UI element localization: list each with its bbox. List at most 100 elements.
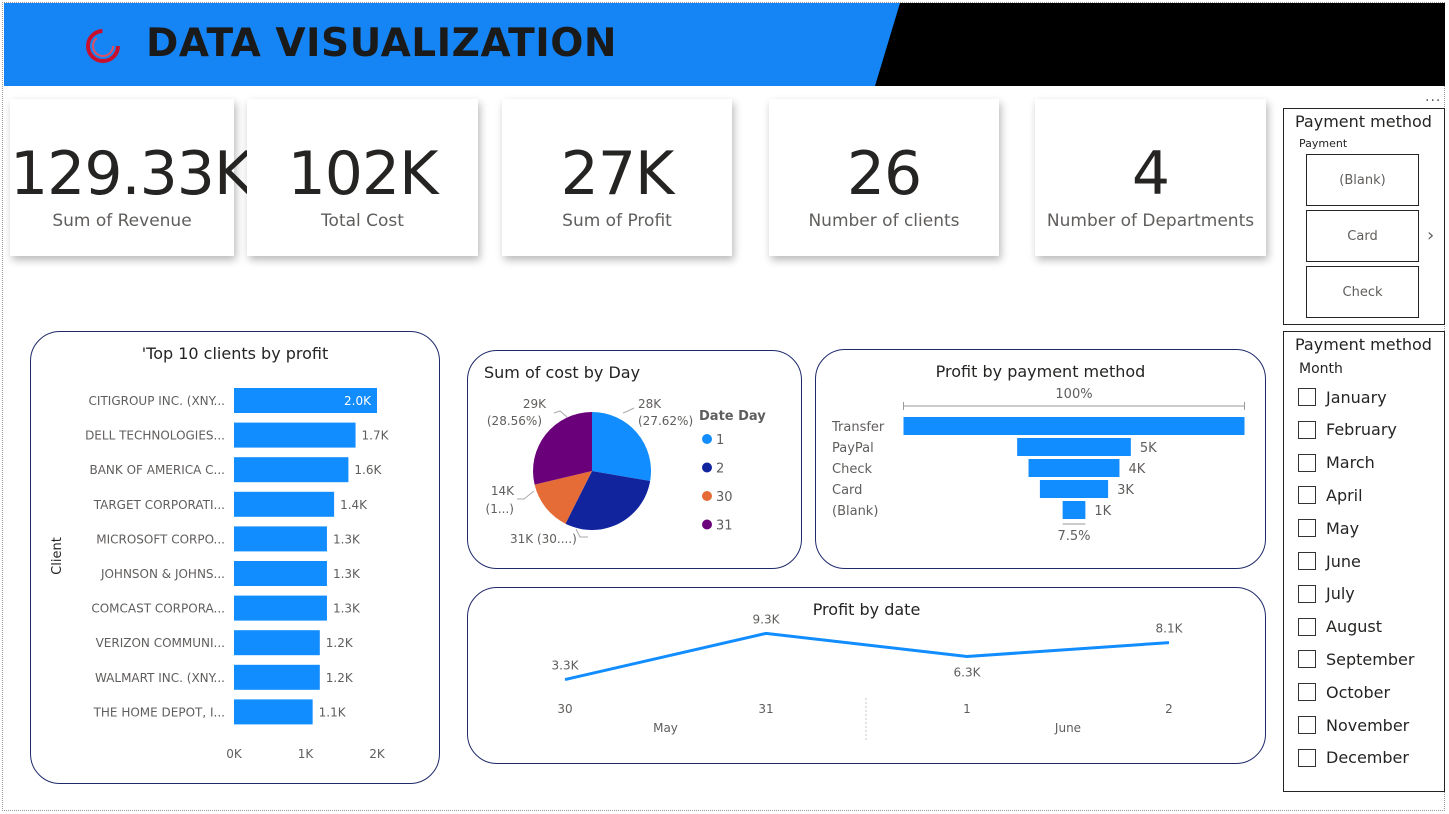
x-tick-label: 31 [758,702,773,716]
checkbox[interactable] [1298,420,1316,439]
data-label: 4K [1128,462,1145,477]
kpi-card-departments[interactable]: 4 Number of Departments [1035,99,1266,256]
month-option-february[interactable]: February [1298,418,1397,442]
month-option-april[interactable]: April [1298,483,1363,507]
month-label: February [1326,420,1397,440]
chart-title: 'Top 10 clients by profit [141,344,329,363]
funnel-bar[interactable] [1062,501,1086,519]
category-label: VERIZON COMMUNI... [96,636,225,650]
checkbox[interactable] [1298,617,1316,636]
slicer-tile-check[interactable]: Check [1306,266,1419,318]
legend-label[interactable]: 30 [716,490,733,505]
bar[interactable] [234,422,356,448]
bar[interactable] [234,630,320,656]
checkbox[interactable] [1298,716,1316,734]
profit-by-date-chart: 3.3K 30 9.3K 31 6.3K 1 8.1K 2 May June [552,612,1184,742]
funnel-bar[interactable] [1017,438,1131,456]
funnel-bar[interactable] [1028,459,1120,477]
x-tick-label: 2K [369,747,386,761]
month-option-july[interactable]: July [1298,582,1355,606]
legend-label[interactable]: 1 [716,433,724,448]
page-title: DATA VISUALIZATION [146,21,618,66]
bar[interactable] [234,595,327,621]
month-option-january[interactable]: January [1298,385,1387,409]
more-options-icon[interactable]: ... [1425,89,1441,105]
pie-data-label: (27.62%) [638,414,693,428]
bar[interactable] [234,561,327,586]
kpi-value: 129.33K [10,139,253,209]
checkbox[interactable] [1298,388,1316,406]
checkbox[interactable] [1298,650,1316,669]
data-label: 1.7K [362,429,390,443]
y-axis-label: Client [50,537,65,575]
leader-line [517,490,535,500]
kpi-card-profit[interactable]: 27K Sum of Profit [502,99,732,256]
x-group-label: May [653,721,678,735]
leader-line [622,407,635,414]
data-label: 1.6K [354,463,382,477]
month-option-november[interactable]: November [1298,713,1409,737]
pie-data-label: 29K [523,397,547,411]
legend-marker [702,462,712,473]
legend-label[interactable]: 31 [716,519,733,534]
checkbox[interactable] [1298,453,1316,472]
kpi-value: 4 [1131,139,1170,209]
month-option-march[interactable]: March [1298,451,1375,475]
bar[interactable] [234,699,313,725]
month-option-june[interactable]: June [1298,549,1361,573]
month-option-december[interactable]: December [1298,746,1409,770]
data-label: 2.0K [344,394,372,408]
legend-label[interactable]: 2 [716,462,724,477]
month-option-september[interactable]: September [1298,647,1414,671]
month-option-may[interactable]: May [1298,516,1359,540]
header-black-band [875,3,1445,86]
line-series[interactable] [564,631,1170,682]
leader-line [575,528,588,538]
slicer-tile-card[interactable]: Card [1306,210,1419,262]
checkbox[interactable] [1298,748,1316,767]
x-tick-label: 1K [298,747,315,761]
checkbox[interactable] [1298,486,1316,505]
pie-data-label: (1...) [486,502,514,516]
month-label: November [1326,715,1410,735]
checkbox[interactable] [1298,552,1316,570]
month-label: September [1326,649,1415,669]
kpi-label: Total Cost [321,211,404,231]
month-label: January [1326,387,1387,407]
chevron-right-icon[interactable]: › [1427,225,1434,246]
kpi-card-total-cost[interactable]: 102K Total Cost [247,99,478,256]
payment-method-slicer: Payment method Payment (Blank) Card Chec… [1283,108,1445,325]
slicer-tile-blank[interactable]: (Blank) [1306,154,1419,206]
bar[interactable] [234,457,349,483]
month-option-august[interactable]: August [1298,615,1382,639]
month-label: July [1326,584,1355,604]
kpi-card-revenue[interactable]: 129.33K Sum of Revenue [10,99,253,256]
slicer-subtitle: Payment [1299,137,1348,150]
checkbox[interactable] [1298,683,1316,702]
funnel-bar[interactable] [903,417,1245,435]
cost-by-day-chart: 28K (27.62%) 29K (28.56%) 14K (1...) 31K (30..… [486,397,767,546]
month-label: December [1326,748,1409,768]
profit-by-payment-chart: 100% Transfer PayPal 5K Check 4K Card 3K (Blank)… [831,387,1245,544]
category-label: JOHNSON & JOHNS... [100,567,225,581]
funnel-bar[interactable] [1039,480,1109,498]
category-label: DELL TECHNOLOGIES... [85,429,225,443]
data-label: 1K [1094,504,1111,519]
bar[interactable] [234,526,327,552]
month-label: May [1326,518,1360,538]
category-label: (Blank) [832,504,878,519]
profit-by-payment-panel: Profit by payment method 100% Transfer Pay… [815,349,1266,569]
checkbox[interactable] [1298,519,1316,538]
pie-data-label: 28K [638,397,662,411]
slicer-title: Payment method [1295,112,1432,131]
data-label: 3.3K [552,659,580,673]
top-clients-panel: 'Top 10 clients by profit Client CITIGROU… [30,331,440,784]
month-label: October [1326,682,1391,702]
bar[interactable] [234,664,320,690]
data-label: 3K [1117,483,1134,498]
checkbox[interactable] [1298,584,1316,603]
pie-data-label: 31K (30....) [510,532,577,546]
kpi-card-clients[interactable]: 26 Number of clients [769,99,999,256]
bar[interactable] [234,491,335,517]
month-option-october[interactable]: October [1298,680,1390,704]
